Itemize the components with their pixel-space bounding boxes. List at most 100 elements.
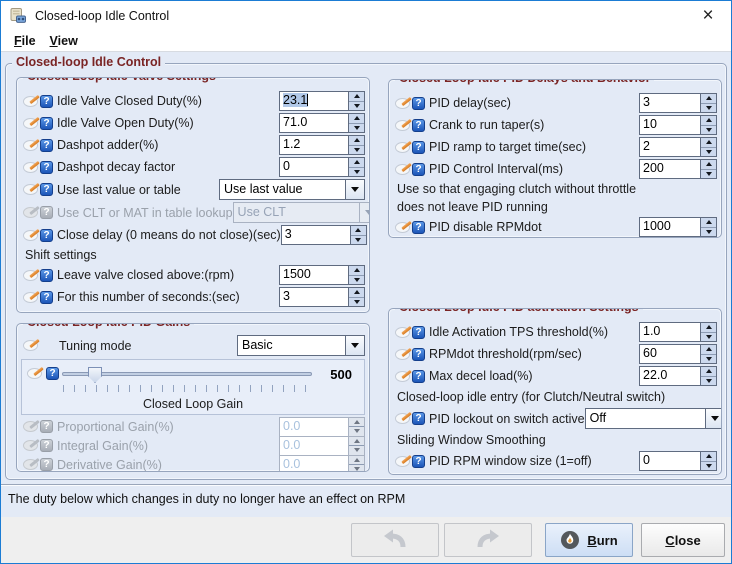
arrow-down-icon[interactable] [701,103,716,112]
help-question-icon[interactable] [412,140,425,154]
undo-button[interactable] [351,523,439,557]
help-question-icon[interactable] [40,268,53,282]
rpmdot-threshold-spinner[interactable]: 60 [639,344,717,364]
dashpot-adder-spinner[interactable]: 1.2 [279,135,365,155]
help-question-icon[interactable] [40,160,53,174]
help-question-icon[interactable] [412,96,425,110]
help-question-icon[interactable] [412,118,425,132]
arrow-up-icon [349,436,364,446]
setting-label: Use last value or table [57,182,181,197]
setting-label: Close delay (0 means do not close)(sec) [57,228,281,242]
help-question-icon[interactable] [412,325,425,339]
group-title: Closed Loop Idle Valve Settings [23,78,220,83]
arrow-down-icon[interactable] [701,354,716,363]
arrow-up-icon[interactable] [349,136,364,146]
burn-button[interactable]: Burn [545,523,633,557]
help-question-icon[interactable] [46,367,59,380]
setting-row: Idle Valve Closed Duty(%) 23.1 [17,90,369,112]
help-question-icon[interactable] [412,347,425,361]
menu-file[interactable]: File [7,32,43,50]
setting-row: Use CLT or MAT in table lookup Use CLT [17,201,369,224]
help-question-icon[interactable] [40,290,53,304]
menu-view[interactable]: View [43,32,85,50]
title-bar[interactable]: Closed-loop Idle Control × [1,1,731,30]
arrow-down-icon[interactable] [349,123,364,132]
help-question-icon[interactable] [40,228,53,242]
arrow-down-icon[interactable] [701,169,716,178]
arrow-down-icon[interactable] [701,376,716,385]
arrow-up-icon[interactable] [701,367,716,377]
arrow-up-icon[interactable] [349,288,364,298]
number-of-seconds-spinner[interactable]: 3 [279,287,365,307]
setting-label: Proportional Gain(%) [57,419,174,434]
arrow-down-icon[interactable] [350,235,366,244]
chevron-down-icon[interactable] [345,180,364,199]
help-question-icon[interactable] [412,220,425,234]
pid-disable-rpmdot-spinner[interactable]: 1000 [639,217,717,237]
crank-to-run-taper-spinner[interactable]: 10 [639,115,717,135]
pid-delay-spinner[interactable]: 3 [639,93,717,113]
help-question-icon[interactable] [40,116,53,130]
pid-ramp-time-spinner[interactable]: 2 [639,137,717,157]
leave-valve-closed-spinner[interactable]: 1500 [279,265,365,285]
arrow-up-icon[interactable] [701,160,716,170]
arrow-down-icon[interactable] [349,145,364,154]
icon-spacer [40,339,55,352]
help-question-icon[interactable] [412,162,425,176]
arrow-up-icon[interactable] [701,345,716,355]
help-question-icon[interactable] [40,138,53,152]
slider-thumb[interactable] [88,367,102,383]
arrow-up-icon[interactable] [349,114,364,124]
chevron-down-icon[interactable] [704,409,721,428]
idle-valve-closed-duty-spinner[interactable]: 23.1 [279,91,365,111]
close-delay-spinner[interactable]: 3 [280,225,367,245]
setting-label: Dashpot adder(%) [57,138,159,152]
tps-threshold-spinner[interactable]: 1.0 [639,322,717,342]
help-question-icon[interactable] [412,369,425,383]
arrow-up-icon[interactable] [349,92,364,102]
dialog-window: Closed-loop Idle Control × File View Clo… [0,0,732,564]
pid-control-interval-spinner[interactable]: 200 [639,159,717,179]
arrow-up-icon[interactable] [349,266,364,276]
arrow-down-icon[interactable] [701,147,716,156]
arrow-down-icon[interactable] [349,101,364,110]
max-decel-load-spinner[interactable]: 22.0 [639,366,717,386]
pid-rpm-window-spinner[interactable]: 0 [639,451,717,471]
dashpot-decay-spinner[interactable]: 0 [279,157,365,177]
help-question-icon[interactable] [40,94,53,108]
arrow-up-icon[interactable] [701,138,716,148]
arrow-up-icon[interactable] [701,452,716,462]
menu-bar: File View [1,30,731,52]
close-x-icon[interactable]: × [697,4,719,26]
help-question-icon[interactable] [412,454,425,468]
close-button[interactable]: Close [641,523,725,557]
arrow-up-icon[interactable] [350,226,366,236]
arrow-down-icon[interactable] [701,125,716,134]
burn-label: Burn [587,532,618,548]
button-bar: Burn Close [1,516,731,563]
arrow-down-icon[interactable] [701,227,716,236]
arrow-up-icon[interactable] [701,218,716,228]
use-last-value-combo[interactable]: Use last value [219,179,365,200]
arrow-down-icon[interactable] [701,332,716,341]
pencil-note-icon [395,141,410,153]
arrow-down-icon[interactable] [701,461,716,470]
arrow-up-icon[interactable] [701,116,716,126]
arrow-down-icon[interactable] [349,275,364,284]
help-question-icon[interactable] [412,412,425,425]
tuning-mode-combo[interactable]: Basic [237,335,365,356]
help-question-icon [40,206,53,219]
arrow-up-icon[interactable] [701,323,716,333]
arrow-down-icon[interactable] [349,167,364,176]
help-question-icon[interactable] [40,183,53,196]
arrow-down-icon[interactable] [349,297,364,306]
arrow-up-icon[interactable] [349,158,364,168]
redo-button[interactable] [444,523,532,557]
pencil-note-icon [395,119,410,131]
idle-valve-open-duty-spinner[interactable]: 71.0 [279,113,365,133]
chevron-down-icon[interactable] [345,336,364,355]
arrow-up-icon[interactable] [701,94,716,104]
slider-track[interactable] [62,367,312,383]
pid-lockout-combo[interactable]: Off [584,408,721,429]
pencil-note-icon [23,184,38,195]
